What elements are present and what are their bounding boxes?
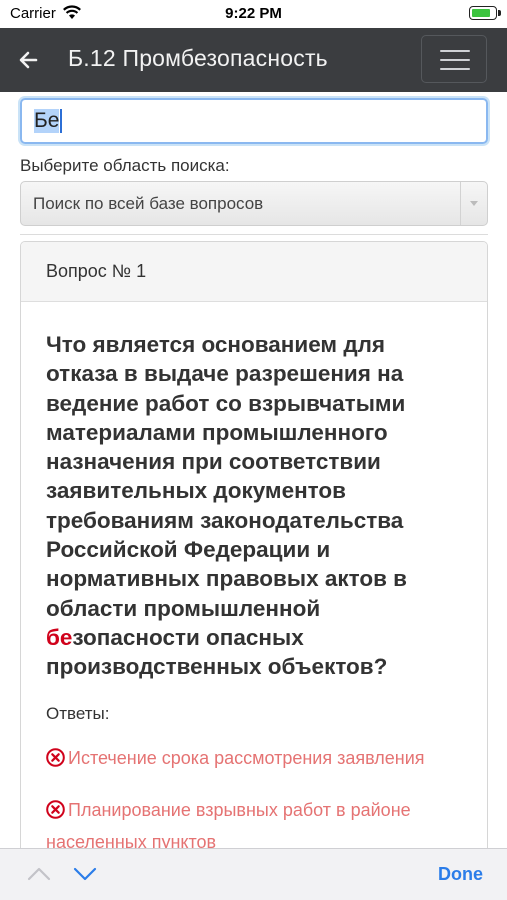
battery-fill <box>472 9 490 17</box>
chevron-down-icon[interactable] <box>73 866 97 887</box>
answers-label: Ответы: <box>46 703 110 723</box>
battery-icon <box>469 6 501 20</box>
search-scope-select[interactable]: Поиск по всей базе вопросов <box>20 181 488 226</box>
keyboard-accessory-bar: Done <box>0 848 507 900</box>
answer-text: Планирование взрывных работ в районе нас… <box>46 799 411 852</box>
answer-item[interactable]: Истечение срока рассмотрения заявления <box>46 744 467 776</box>
divider <box>20 234 488 235</box>
back-arrow-icon[interactable] <box>16 48 42 72</box>
question-text: Что является основанием для отказа в выд… <box>46 330 462 682</box>
wrong-x-icon <box>46 799 65 828</box>
battery-tip <box>498 10 501 16</box>
navigation-bar: Б.12 Промбезопасность <box>0 28 507 92</box>
hamburger-menu-button[interactable] <box>421 35 487 83</box>
hamburger-line <box>440 59 470 61</box>
answer-text: Истечение срока рассмотрения заявления <box>68 747 425 768</box>
search-scope-value: Поиск по всей базе вопросов <box>33 193 264 213</box>
search-match-highlight: бе <box>46 624 73 650</box>
text-caret <box>60 109 63 133</box>
question-text-part: Что является основанием для отказа в выд… <box>46 332 407 621</box>
status-bar: Carrier 9:22 PM <box>0 0 507 28</box>
question-text-part: зопасности опасных производственных объе… <box>46 624 388 680</box>
chevron-up-icon[interactable] <box>27 866 51 887</box>
question-card: Вопрос № 1 Что является основанием для о… <box>20 241 488 881</box>
search-input-value: Бе <box>34 109 60 133</box>
search-scope-label: Выберите область поиска: <box>20 156 230 175</box>
page-title: Б.12 Промбезопасность <box>68 45 328 71</box>
done-button[interactable]: Done <box>438 864 483 885</box>
question-number: Вопрос № 1 <box>21 242 487 302</box>
hamburger-menu-icon <box>440 50 470 52</box>
wrong-x-icon <box>46 747 65 776</box>
clock: 9:22 PM <box>225 5 282 22</box>
search-input[interactable]: Бе <box>20 98 488 144</box>
dropdown-arrow-icon <box>460 182 487 225</box>
hamburger-line <box>440 68 470 70</box>
